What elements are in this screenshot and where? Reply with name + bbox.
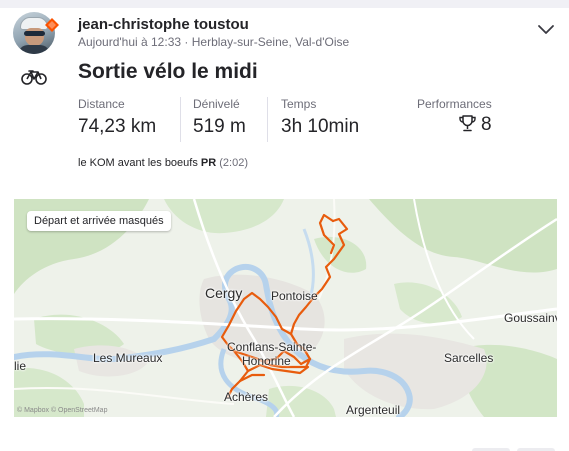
athlete-name[interactable]: jean-christophe toustou — [78, 16, 249, 33]
privacy-notice: Départ et arrivée masqués — [27, 211, 171, 231]
segment-time: (2:02) — [219, 157, 248, 169]
map-place-label: Argenteuil — [346, 403, 401, 417]
meta-separator: · — [184, 35, 189, 49]
map-place-label: Achères — [224, 390, 269, 404]
pr-badge: PR — [200, 157, 217, 169]
activity-date-time: Aujourd'hui à 12:33 — [78, 35, 182, 49]
trophy-icon — [459, 115, 476, 132]
avatar-glasses — [24, 31, 45, 36]
activity-location: Herblay-sur-Seine, Val-d'Oise — [191, 35, 350, 49]
stat-divider — [267, 97, 268, 142]
map-place-label: Goussainv — [504, 311, 557, 325]
stat-distance-label: Distance — [78, 97, 125, 111]
avatar-body — [18, 45, 50, 54]
segment-achievement[interactable]: le KOM avant les boeufs PR (2:02) — [78, 157, 248, 169]
map-place-label: Conflans-Sainte- — [227, 340, 317, 354]
map-place-label: Cergy — [205, 285, 243, 301]
stat-distance-value: 74,23 km — [78, 116, 157, 137]
stat-achievements[interactable]: Performances — [417, 97, 492, 111]
chevron-down-icon[interactable] — [536, 22, 556, 36]
stat-divider — [180, 97, 181, 142]
map-copyright[interactable]: © Mapbox © OpenStreetMap — [17, 407, 107, 414]
card-footer — [0, 417, 569, 451]
stat-distance: Distance 74,23 km — [78, 97, 156, 138]
map-place-label: Honorine — [242, 354, 291, 368]
stat-elevation: Dénivelé 519 m — [193, 97, 246, 138]
activity-meta: Aujourd'hui à 12:33 · Herblay-sur-Seine,… — [78, 35, 349, 49]
stat-time: Temps 3h 10min — [281, 97, 359, 138]
bike-icon — [21, 70, 47, 85]
map-background — [14, 199, 557, 417]
stat-achievements-value: 8 — [481, 114, 492, 135]
subscriber-badge-icon — [45, 18, 59, 32]
activity-title[interactable]: Sortie vélo le midi — [78, 60, 258, 84]
stat-achievements-label: Performances — [417, 97, 492, 111]
route-map[interactable]: Départ et arrivée masqués Cergy Pontoise… — [14, 199, 557, 417]
map-place-label: Pontoise — [271, 289, 318, 303]
stat-time-label: Temps — [281, 97, 317, 111]
map-place-label: lie — [14, 359, 27, 373]
map-place-label: Sarcelles — [444, 351, 494, 365]
segment-name: le KOM avant les boeufs — [78, 157, 198, 169]
stat-elevation-value: 519 m — [193, 116, 246, 137]
stat-elevation-label: Dénivelé — [193, 97, 240, 111]
map-place-label: Les Mureaux — [93, 351, 163, 365]
stat-time-value: 3h 10min — [281, 116, 360, 137]
